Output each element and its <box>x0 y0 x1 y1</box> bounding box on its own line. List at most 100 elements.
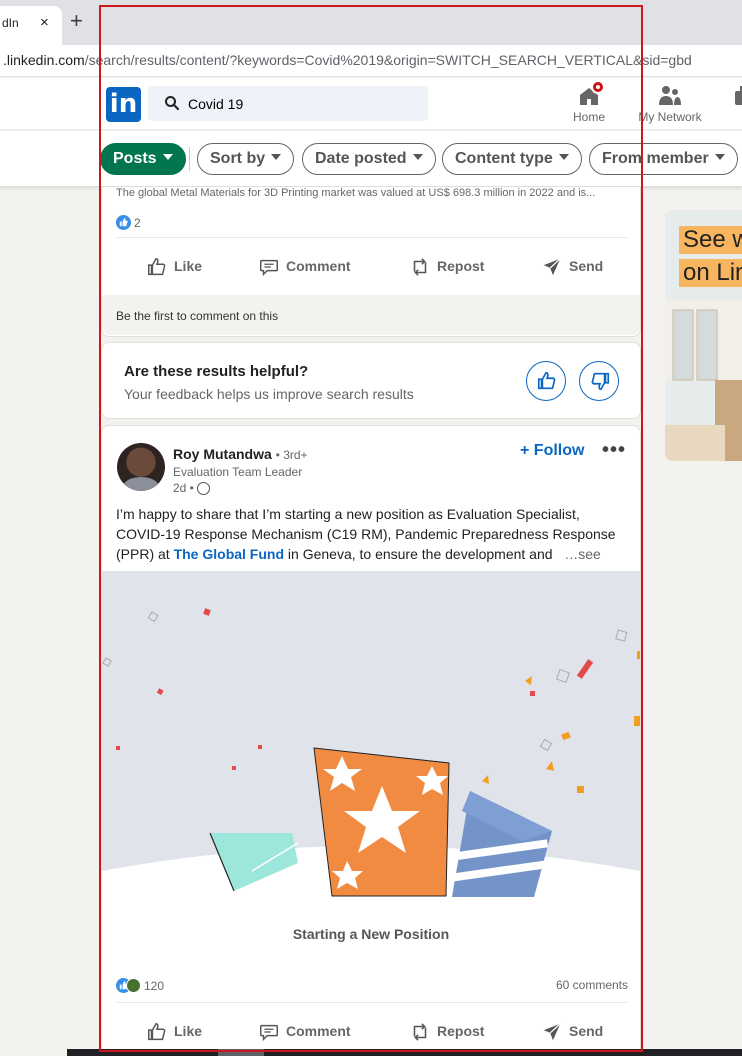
first-comment-text: Be the first to comment on this <box>116 309 279 323</box>
filter-date-posted[interactable]: Date posted <box>302 143 436 175</box>
post-time: 2d • <box>173 481 194 495</box>
thumbs-down-icon <box>591 372 610 391</box>
new-position-illustration[interactable] <box>102 571 640 921</box>
filter-posts[interactable]: Posts <box>100 143 186 175</box>
people-icon <box>658 84 682 108</box>
nav-network-label: My Network <box>638 110 702 124</box>
like-label: Like <box>174 258 203 274</box>
reaction-count: 2 <box>134 215 141 230</box>
url-path: /search/results/content/?keywords=Covid%… <box>84 52 692 68</box>
chevron-down-icon <box>412 153 423 160</box>
search-icon <box>165 96 180 111</box>
reaction-summary[interactable]: 120 60 comments <box>116 978 628 994</box>
browser-tab[interactable]: dIn × <box>0 6 62 45</box>
comment-label: Comment <box>286 258 351 274</box>
search-value: Covid 19 <box>188 96 244 112</box>
home-icon <box>577 80 605 108</box>
more-options-icon[interactable]: ••• <box>602 439 626 462</box>
reaction-summary[interactable]: 2 <box>116 215 141 231</box>
taskbar-thumb <box>218 1049 264 1056</box>
like-label: Like <box>174 1023 203 1039</box>
linkedin-header: in Covid 19 Home My Network J <box>0 78 742 130</box>
notification-badge <box>591 80 605 94</box>
avatar[interactable] <box>117 443 165 491</box>
send-label: Send <box>569 1023 604 1039</box>
chevron-down-icon <box>714 153 725 160</box>
like-button[interactable]: Like <box>146 246 202 286</box>
send-label: Send <box>569 258 604 274</box>
sidebar-ad[interactable]: See w on Lin <box>665 210 742 461</box>
post-text-2: in Geneva, to ensure the development and <box>284 546 553 562</box>
filter-divider <box>189 147 190 171</box>
globe-icon <box>196 482 210 496</box>
comment-prompt[interactable]: Be the first to comment on this <box>102 295 640 335</box>
url-text: .linkedin.com/search/results/content/?ke… <box>3 52 692 68</box>
comment-button[interactable]: Comment <box>258 246 351 286</box>
address-bar[interactable]: .linkedin.com/search/results/content/?ke… <box>0 45 742 77</box>
repost-icon <box>413 1023 427 1042</box>
helpful-yes-button[interactable] <box>526 361 566 401</box>
comments-count[interactable]: 60 comments <box>556 978 628 992</box>
author-headline: Evaluation Team Leader <box>173 465 303 479</box>
filter-posts-label: Posts <box>113 150 157 167</box>
chevron-down-icon <box>162 153 173 160</box>
feedback-subtitle: Your feedback helps us improve search re… <box>124 386 414 402</box>
search-filter-bar: Posts Sort by Date posted Content type F… <box>0 131 742 187</box>
thumbs-up-icon <box>537 371 556 390</box>
reaction-count: 120 <box>144 978 165 993</box>
post-actions: Like Comment Repost Send <box>102 246 642 286</box>
close-icon[interactable]: × <box>40 14 49 31</box>
browser-tab-bar: dIn × + <box>0 0 742 45</box>
divider <box>116 237 628 238</box>
ad-headline-line-2: on Lin <box>679 259 742 287</box>
repost-button[interactable]: Repost <box>409 1011 484 1051</box>
nav-my-network[interactable]: My Network <box>634 82 706 124</box>
chevron-down-icon <box>558 153 569 160</box>
previous-post-card: The global Metal Materials for 3D Printi… <box>101 187 641 337</box>
post-card: Roy Mutandwa • 3rd+ Evaluation Team Lead… <box>101 425 641 1050</box>
filter-from-member[interactable]: From member <box>589 143 738 175</box>
thumbs-up-icon <box>148 258 166 276</box>
divider <box>116 1002 628 1003</box>
celebrate-reaction-icon <box>126 978 141 994</box>
like-reaction-icon <box>116 215 131 231</box>
repost-label: Repost <box>437 1023 485 1039</box>
filter-from-member-label: From member <box>602 150 709 167</box>
send-icon <box>543 1023 561 1041</box>
filter-content-type[interactable]: Content type <box>442 143 582 175</box>
filter-sort-by[interactable]: Sort by <box>197 143 295 175</box>
repost-icon <box>413 258 427 277</box>
follow-button[interactable]: + Follow <box>520 442 584 460</box>
filter-content-type-label: Content type <box>455 150 553 167</box>
post-author[interactable]: Roy Mutandwa • 3rd+ <box>173 446 308 462</box>
company-mention-link[interactable]: The Global Fund <box>174 546 284 562</box>
filter-date-posted-label: Date posted <box>315 150 407 167</box>
post-snippet[interactable]: The global Metal Materials for 3D Printi… <box>116 187 628 199</box>
repost-button[interactable]: Repost <box>409 246 484 286</box>
linkedin-logo[interactable]: in <box>106 87 141 122</box>
image-caption: Starting a New Position <box>292 926 450 942</box>
thumbs-up-icon <box>148 1023 166 1041</box>
comment-icon <box>260 260 278 277</box>
helpful-no-button[interactable] <box>579 361 619 401</box>
like-button[interactable]: Like <box>146 1011 202 1051</box>
search-feedback-card: Are these results helpful? Your feedback… <box>101 342 641 419</box>
repost-label: Repost <box>437 258 485 274</box>
send-icon <box>543 258 561 276</box>
comment-icon <box>260 1025 278 1042</box>
send-button[interactable]: Send <box>541 1011 603 1051</box>
nav-home[interactable]: Home <box>570 80 608 124</box>
search-input[interactable]: Covid 19 <box>148 86 428 121</box>
ad-headline-line-1: See w <box>679 226 742 254</box>
nav-home-label: Home <box>572 110 605 124</box>
post-meta: 2d • <box>173 481 210 496</box>
send-button[interactable]: Send <box>541 246 603 286</box>
new-tab-button[interactable]: + <box>70 10 83 32</box>
filter-sort-by-label: Sort by <box>210 150 266 167</box>
post-actions: Like Comment Repost Send <box>102 1011 642 1051</box>
comment-button[interactable]: Comment <box>258 1011 351 1051</box>
celebration-image <box>102 571 640 921</box>
nav-jobs[interactable]: J <box>730 82 742 124</box>
url-host: .linkedin.com <box>3 52 85 68</box>
taskbar <box>67 1049 742 1056</box>
